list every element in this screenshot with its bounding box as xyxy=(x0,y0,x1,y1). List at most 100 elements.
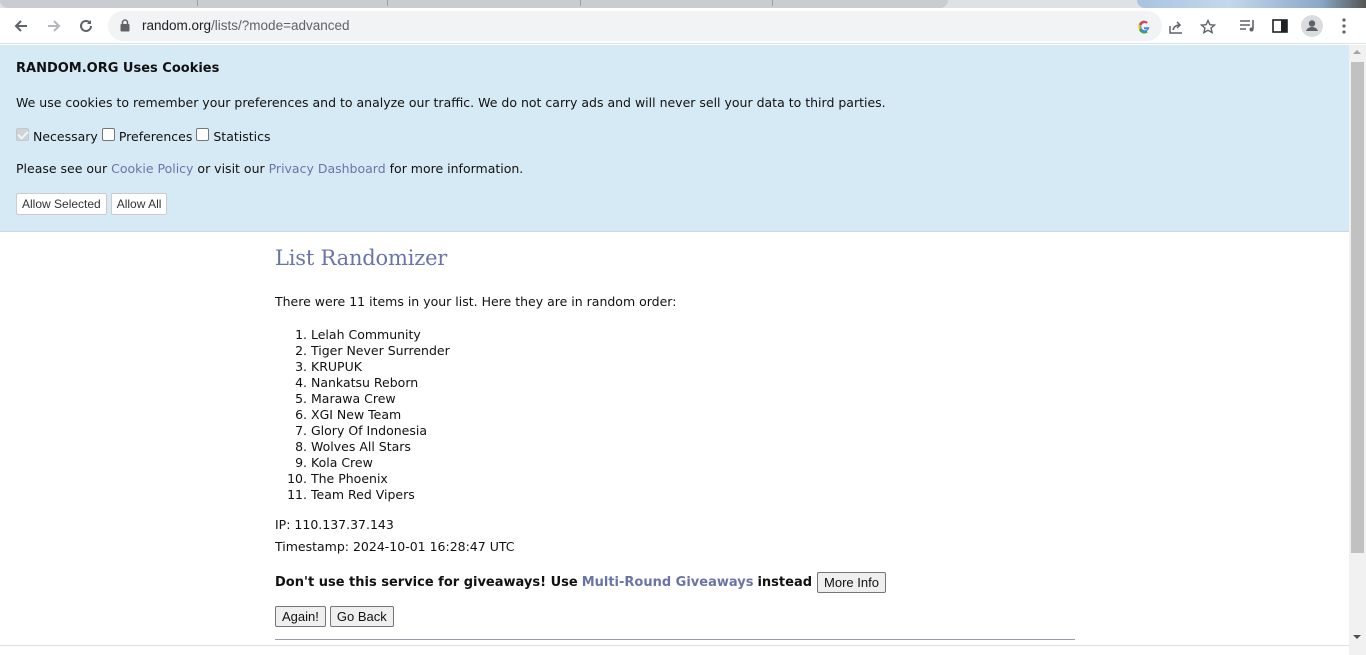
profile-button[interactable] xyxy=(1300,14,1324,38)
list-item-number: 11. xyxy=(287,487,307,502)
reload-icon xyxy=(80,19,92,32)
list-item-label: Glory Of Indonesia xyxy=(311,423,427,438)
active-tab[interactable] xyxy=(0,0,948,8)
necessary-checkbox xyxy=(16,128,29,141)
cookie-info-prefix: Please see our xyxy=(16,161,112,176)
statistics-checkbox[interactable] xyxy=(196,128,210,141)
giveaway-prefix: Don't use this service for giveaways! Us… xyxy=(275,575,578,590)
profile-icon xyxy=(1301,15,1323,37)
lock-icon[interactable] xyxy=(120,19,130,32)
necessary-label: Necessary xyxy=(33,129,98,144)
arrow-left-icon xyxy=(14,20,27,32)
tab-separator xyxy=(197,0,198,6)
list-item-number: 10. xyxy=(287,471,307,486)
kebab-menu-icon xyxy=(1342,18,1346,34)
cookie-info: Please see our Cookie Policy or visit ou… xyxy=(16,161,523,176)
preferences-label[interactable]: Preferences xyxy=(119,129,193,144)
list-item-number: 3. xyxy=(295,359,307,374)
list-item: 4. Nankatsu Reborn xyxy=(275,375,450,391)
giveaway-notice: Don't use this service for giveaways! Us… xyxy=(275,572,886,593)
go-back-button[interactable]: Go Back xyxy=(329,606,394,627)
list-item-number: 4. xyxy=(295,375,307,390)
list-item-label: KRUPUK xyxy=(311,359,362,374)
list-item-number: 8. xyxy=(295,439,307,454)
tab-separator xyxy=(580,0,581,6)
scroll-down-arrow-icon[interactable] xyxy=(1353,635,1361,639)
list-item-number: 1. xyxy=(295,327,307,342)
statistics-checkbox-label[interactable]: Statistics xyxy=(196,128,271,144)
preferences-checkbox[interactable] xyxy=(101,128,115,141)
side-panel-icon xyxy=(1272,19,1288,33)
list-item: 9. Kola Crew xyxy=(275,455,450,471)
tab-separator xyxy=(387,0,388,6)
list-item-label: Tiger Never Surrender xyxy=(311,343,450,358)
result-actions: Again! Go Back xyxy=(275,606,394,627)
star-icon xyxy=(1200,19,1216,34)
ip-address: IP: 110.137.37.143 xyxy=(275,517,394,532)
randomized-list: 1. Lelah Community 2. Tiger Never Surrende… xyxy=(275,327,450,503)
statistics-label[interactable]: Statistics xyxy=(213,129,270,144)
cookie-banner-title: RANDOM.ORG Uses Cookies xyxy=(16,61,220,76)
scrollbar-thumb[interactable] xyxy=(1351,62,1364,553)
list-item-label: Wolves All Stars xyxy=(311,439,411,454)
scroll-up-arrow-icon[interactable] xyxy=(1353,50,1361,54)
list-item-number: 5. xyxy=(295,391,307,406)
list-item: 6. XGI New Team xyxy=(275,407,450,423)
result-intro: There were 11 items in your list. Here t… xyxy=(275,294,677,309)
side-panel-button[interactable] xyxy=(1268,14,1292,38)
list-item: 2. Tiger Never Surrender xyxy=(275,343,450,359)
share-icon xyxy=(1169,21,1182,34)
preferences-checkbox-label[interactable]: Preferences xyxy=(101,128,193,144)
cookie-policy-link[interactable]: Cookie Policy xyxy=(111,161,193,176)
window-bottom-border xyxy=(0,645,1349,646)
browser-toolbar: random.org/lists/?mode=advanced xyxy=(0,8,1366,44)
arrow-right-icon xyxy=(48,20,61,32)
giveaway-suffix: instead xyxy=(757,575,813,590)
list-item-label: XGI New Team xyxy=(311,407,402,422)
chrome-menu-button[interactable] xyxy=(1332,14,1356,38)
back-button[interactable] xyxy=(9,14,33,38)
bookmark-button[interactable] xyxy=(1198,17,1218,37)
list-item-label: The Phoenix xyxy=(311,471,388,486)
list-item-label: Nankatsu Reborn xyxy=(311,375,419,390)
list-item-label: Lelah Community xyxy=(311,327,421,342)
divider xyxy=(275,639,1075,640)
list-item: 3. KRUPUK xyxy=(275,359,450,375)
vertical-scrollbar[interactable] xyxy=(1349,45,1366,655)
list-item-label: Kola Crew xyxy=(311,455,373,470)
cookie-info-middle: or visit our xyxy=(193,161,269,176)
list-item-number: 2. xyxy=(295,343,307,358)
media-control-button[interactable] xyxy=(1236,14,1260,38)
list-item-label: Marawa Crew xyxy=(311,391,396,406)
more-info-button[interactable]: More Info xyxy=(817,572,886,593)
google-icon xyxy=(1138,20,1150,34)
address-bar[interactable]: random.org/lists/?mode=advanced xyxy=(108,11,1216,41)
list-item: 7. Glory Of Indonesia xyxy=(275,423,450,439)
share-button[interactable] xyxy=(1166,17,1186,37)
forward-button[interactable] xyxy=(42,14,66,38)
tab-separator xyxy=(772,0,773,6)
allow-selected-button[interactable]: Allow Selected xyxy=(16,193,107,215)
url-host: random.org xyxy=(142,18,212,33)
multi-round-giveaways-link[interactable]: Multi-Round Giveaways xyxy=(582,575,754,590)
list-item: 1. Lelah Community xyxy=(275,327,450,343)
page-viewport: RANDOM.ORG Uses Cookies We use cookies t… xyxy=(0,45,1349,655)
tab-thumbnail[interactable] xyxy=(1137,0,1366,8)
cookie-buttons: Allow Selected Allow All xyxy=(16,193,168,215)
cookie-banner-text: We use cookies to remember your preferen… xyxy=(16,95,886,110)
privacy-dashboard-link[interactable]: Privacy Dashboard xyxy=(269,161,386,176)
list-item: 8. Wolves All Stars xyxy=(275,439,450,455)
list-item: 5. Marawa Crew xyxy=(275,391,450,407)
again-button[interactable]: Again! xyxy=(275,606,326,627)
reload-button[interactable] xyxy=(74,14,98,38)
media-control-icon xyxy=(1240,20,1254,32)
necessary-checkbox-label: Necessary xyxy=(16,128,98,144)
url-text[interactable]: random.org/lists/?mode=advanced xyxy=(142,18,350,33)
google-lens-button[interactable] xyxy=(1134,17,1154,37)
cookie-info-suffix: for more information. xyxy=(385,161,524,176)
page-title: List Randomizer xyxy=(275,246,448,270)
cookie-banner: RANDOM.ORG Uses Cookies We use cookies t… xyxy=(0,45,1349,232)
list-item-number: 7. xyxy=(295,423,307,438)
timestamp: Timestamp: 2024-10-01 16:28:47 UTC xyxy=(275,539,515,554)
allow-all-button[interactable]: Allow All xyxy=(110,193,168,215)
